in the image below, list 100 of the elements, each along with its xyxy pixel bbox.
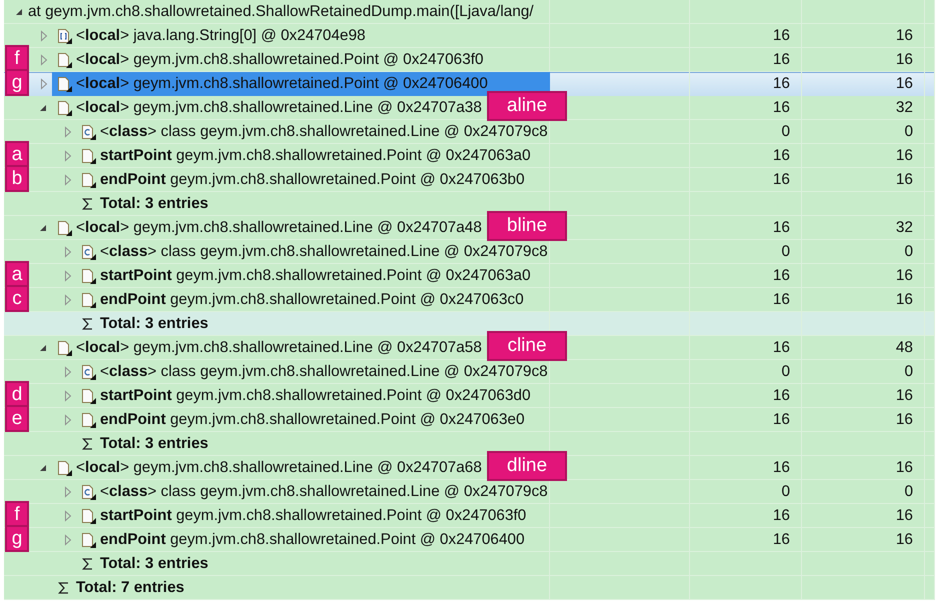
retained-heap-value: 32 — [896, 219, 913, 237]
class-icon — [80, 124, 96, 140]
tree-row[interactable]: Total: 3 entries — [4, 432, 935, 456]
object-label: <local> geym.jvm.ch8.shallowretained.Line @ 0x24707a48 — [76, 219, 482, 237]
shallow-heap-value: 16 — [772, 219, 790, 237]
total-label: Total: 3 entries — [100, 555, 208, 573]
object-label: <local> java.lang.String[0] @ 0x24704e98 — [76, 27, 366, 45]
object-icon — [56, 76, 72, 92]
class-icon — [80, 484, 96, 500]
retained-heap-value: 0 — [904, 363, 913, 381]
object-label: endPoint geym.jvm.ch8.shallowretained.Point @ 0x247063b0 — [100, 171, 525, 189]
shallow-heap-value: 16 — [772, 531, 790, 549]
object-label: <class> class geym.jvm.ch8.shallowretained.Line @ 0x247079c8 — [100, 123, 548, 141]
annotation-label: cline — [487, 331, 567, 361]
object-label: <class> class geym.jvm.ch8.shallowretained.Line @ 0x247079c8 — [100, 363, 548, 381]
retained-heap-value: 16 — [896, 411, 913, 429]
retained-heap-value: 16 — [896, 507, 913, 525]
retained-heap-value: 16 — [896, 291, 913, 309]
object-label: <local> geym.jvm.ch8.shallowretained.Line @ 0x24707a38 — [76, 99, 482, 117]
shallow-heap-value: 16 — [772, 171, 790, 189]
object-label: startPoint geym.jvm.ch8.shallowretained.Point @ 0x247063d0 — [100, 387, 531, 405]
shallow-heap-value: 16 — [772, 459, 790, 477]
tree-row[interactable]: <class> class geym.jvm.ch8.shallowretained.Line @ 0x247079c8 0 0 — [4, 480, 935, 504]
object-icon — [56, 100, 72, 116]
object-icon — [80, 268, 96, 284]
shallow-heap-value: 0 — [781, 123, 790, 141]
object-icon — [80, 532, 96, 548]
object-label: startPoint geym.jvm.ch8.shallowretained.Point @ 0x247063a0 — [100, 147, 531, 165]
tree-row[interactable]: Total: 3 entries — [4, 192, 935, 216]
shallow-heap-value: 16 — [772, 507, 790, 525]
object-icon — [80, 412, 96, 428]
object-icon — [80, 172, 96, 188]
shallow-heap-value: 16 — [772, 99, 790, 117]
stack-frame-label: at geym.jvm.ch8.shallowretained.ShallowRetainedDump.main([Ljava/lang/ — [28, 3, 534, 21]
retained-heap-value: 32 — [896, 99, 913, 117]
class-icon — [80, 364, 96, 380]
total-label: Total: 3 entries — [100, 195, 208, 213]
tree-row[interactable]: Total: 3 entries — [4, 312, 935, 336]
object-icon — [80, 388, 96, 404]
object-label: <local> geym.jvm.ch8.shallowretained.Line @ 0x24707a68 — [76, 459, 482, 477]
object-icon — [80, 148, 96, 164]
object-label: <class> class geym.jvm.ch8.shallowretained.Line @ 0x247079c8 — [100, 243, 548, 261]
retained-heap-value: 16 — [896, 27, 913, 45]
object-label: startPoint geym.jvm.ch8.shallowretained.Point @ 0x247063f0 — [100, 507, 526, 525]
retained-heap-value: 16 — [896, 75, 913, 93]
shallow-heap-value: 16 — [772, 27, 790, 45]
shallow-heap-value: 16 — [772, 267, 790, 285]
retained-heap-value: 16 — [896, 51, 913, 69]
class-icon — [80, 244, 96, 260]
annotation-label: aline — [487, 91, 567, 121]
object-icon — [56, 52, 72, 68]
tree-row[interactable]: at geym.jvm.ch8.shallowretained.ShallowRetainedDump.main([Ljava/lang/ — [4, 0, 935, 24]
object-icon — [56, 220, 72, 236]
object-icon — [56, 460, 72, 476]
shallow-heap-value: 0 — [781, 483, 790, 501]
object-label: <local> geym.jvm.ch8.shallowretained.Point @ 0x247063f0 — [76, 51, 484, 69]
retained-heap-value: 48 — [896, 339, 913, 357]
tree-row[interactable]: Total: 3 entries — [4, 552, 935, 576]
tree-row[interactable]: <local> java.lang.String[0] @ 0x24704e98 16 16 — [4, 24, 935, 48]
annotation-tag: g — [5, 525, 29, 552]
shallow-heap-value: 16 — [772, 339, 790, 357]
retained-heap-value: 16 — [896, 171, 913, 189]
object-label: <local> geym.jvm.ch8.shallowretained.Line @ 0x24707a58 — [76, 339, 482, 357]
shallow-heap-value: 16 — [772, 411, 790, 429]
retained-heap-value: 16 — [896, 531, 913, 549]
object-icon — [80, 292, 96, 308]
annotation-label: dline — [487, 451, 567, 481]
retained-heap-value: 16 — [896, 387, 913, 405]
annotation-tag: g — [5, 69, 29, 96]
shallow-heap-value: 16 — [772, 51, 790, 69]
shallow-heap-value: 16 — [772, 75, 790, 93]
object-label: endPoint geym.jvm.ch8.shallowretained.Point @ 0x247063e0 — [100, 411, 525, 429]
object-icon — [56, 340, 72, 356]
annotation-label: bline — [487, 211, 567, 241]
annotation-tag: b — [5, 165, 29, 192]
tree-row[interactable]: <class> class geym.jvm.ch8.shallowretained.Line @ 0x247079c8 0 0 — [4, 240, 935, 264]
object-label: startPoint geym.jvm.ch8.shallowretained.Point @ 0x247063a0 — [100, 267, 531, 285]
retained-heap-value: 16 — [896, 147, 913, 165]
retained-heap-value: 16 — [896, 459, 913, 477]
object-label: <local> geym.jvm.ch8.shallowretained.Point @ 0x24706400 — [76, 75, 488, 93]
retained-heap-value: 0 — [904, 483, 913, 501]
object-label: endPoint geym.jvm.ch8.shallowretained.Point @ 0x247063c0 — [100, 291, 524, 309]
shallow-heap-value: 16 — [772, 147, 790, 165]
tree-row[interactable]: Total: 7 entries — [4, 576, 935, 600]
annotation-tag: e — [5, 405, 29, 432]
retained-heap-value: 0 — [904, 123, 913, 141]
object-icon — [80, 508, 96, 524]
retained-heap-value: 0 — [904, 243, 913, 261]
total-label: Total: 3 entries — [100, 435, 208, 453]
shallow-heap-value: 0 — [781, 243, 790, 261]
retained-heap-value: 16 — [896, 267, 913, 285]
total-label: Total: 7 entries — [76, 579, 184, 597]
total-label: Total: 3 entries — [100, 315, 208, 333]
tree-row[interactable]: <class> class geym.jvm.ch8.shallowretained.Line @ 0x247079c8 0 0 — [4, 360, 935, 384]
shallow-heap-value: 16 — [772, 291, 790, 309]
object-label: endPoint geym.jvm.ch8.shallowretained.Point @ 0x24706400 — [100, 531, 525, 549]
shallow-heap-value: 16 — [772, 387, 790, 405]
tree-row[interactable]: <class> class geym.jvm.ch8.shallowretained.Line @ 0x247079c8 0 0 — [4, 120, 935, 144]
annotation-tag: c — [5, 285, 29, 312]
shallow-heap-value: 0 — [781, 363, 790, 381]
